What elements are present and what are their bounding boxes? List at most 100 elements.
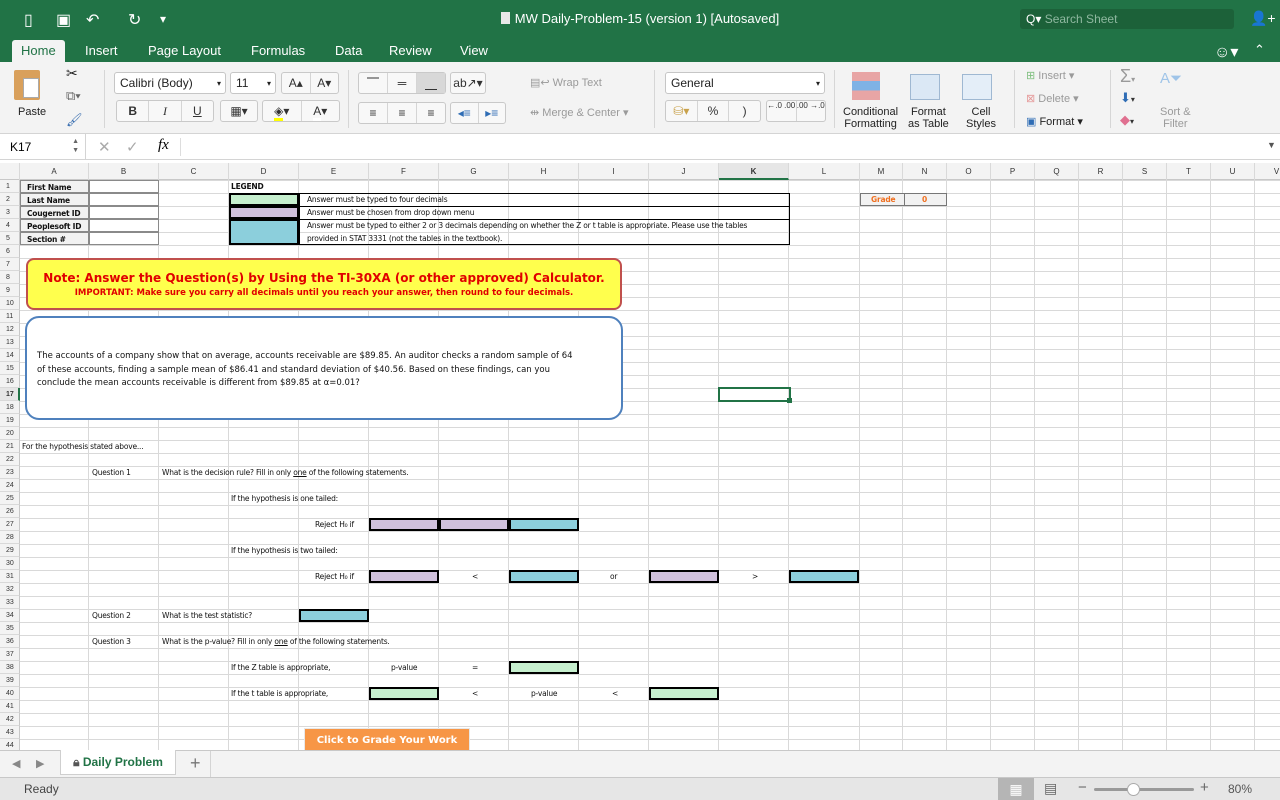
row-header-16[interactable]: 16 xyxy=(0,375,20,388)
row-header-18[interactable]: 18 xyxy=(0,401,20,414)
row-header-2[interactable]: 2 xyxy=(0,193,20,206)
decrease-decimal-button[interactable]: .00 →.0 xyxy=(797,101,826,121)
row-header-8[interactable]: 8 xyxy=(0,271,20,284)
row-header-25[interactable]: 25 xyxy=(0,492,20,505)
page-layout-view-button[interactable]: ▤ xyxy=(1044,780,1057,797)
column-header-p[interactable]: P xyxy=(991,163,1035,180)
increase-decimal-button[interactable]: ←.0 .00 xyxy=(767,101,797,121)
info-input[interactable] xyxy=(89,180,159,193)
tab-insert[interactable]: Insert xyxy=(76,40,127,62)
column-header-b[interactable]: B xyxy=(89,163,159,180)
name-box-stepper-icon[interactable]: ▲ ▼ xyxy=(72,137,79,155)
scroll-tabs-left-icon[interactable]: ◀ xyxy=(12,757,20,770)
underline-button[interactable]: U xyxy=(182,101,213,121)
info-input[interactable] xyxy=(89,193,159,206)
two-tailed-upper-critical-input[interactable] xyxy=(789,570,859,583)
row-header-37[interactable]: 37 xyxy=(0,648,20,661)
z-p-value-input[interactable] xyxy=(509,661,579,674)
fill-color-button[interactable]: ◈▾ xyxy=(263,101,302,121)
two-tailed-dropdown-2[interactable] xyxy=(649,570,719,583)
feedback-smiley-icon[interactable]: ☺▾ xyxy=(1214,42,1238,62)
cell-styles-icon[interactable] xyxy=(962,74,992,100)
delete-cells-button[interactable]: ⊠ Delete ▾ xyxy=(1026,92,1079,105)
cell-styles-button[interactable]: Cell Styles xyxy=(966,106,996,130)
row-header-19[interactable]: 19 xyxy=(0,414,20,427)
zoom-out-button[interactable]: − xyxy=(1078,779,1087,796)
number-format-dropdown[interactable]: General ▾ xyxy=(665,72,825,94)
column-header-e[interactable]: E xyxy=(299,163,369,180)
fill-icon[interactable]: ⬇▾ xyxy=(1120,90,1135,106)
format-cells-button[interactable]: ▣ Format ▾ xyxy=(1026,115,1083,128)
two-tailed-dropdown-1[interactable] xyxy=(369,570,439,583)
info-input[interactable] xyxy=(89,206,159,219)
align-middle-button[interactable]: ═ xyxy=(388,73,417,93)
zoom-slider[interactable] xyxy=(1094,783,1194,796)
row-header-34[interactable]: 34 xyxy=(0,609,20,622)
comma-style-button[interactable]: ) xyxy=(729,101,760,121)
column-header-s[interactable]: S xyxy=(1123,163,1167,180)
row-header-4[interactable]: 4 xyxy=(0,219,20,232)
tab-formulas[interactable]: Formulas xyxy=(242,40,314,62)
zoom-slider-thumb[interactable] xyxy=(1126,783,1140,796)
font-name-dropdown[interactable]: Calibri (Body) ▾ xyxy=(114,72,226,94)
column-header-a[interactable]: A xyxy=(20,163,89,180)
row-header-32[interactable]: 32 xyxy=(0,583,20,596)
row-header-33[interactable]: 33 xyxy=(0,596,20,609)
info-input[interactable] xyxy=(89,219,159,232)
test-statistic-input[interactable] xyxy=(299,609,369,622)
sort-filter-icon[interactable]: A⏷ xyxy=(1160,70,1182,87)
cut-icon[interactable]: ✂ xyxy=(66,65,78,82)
row-header-43[interactable]: 43 xyxy=(0,726,20,739)
column-header-g[interactable]: G xyxy=(439,163,509,180)
copy-icon[interactable]: ⧉▾ xyxy=(66,88,81,104)
two-tailed-lower-critical-input[interactable] xyxy=(509,570,579,583)
tab-page-layout[interactable]: Page Layout xyxy=(139,40,230,62)
row-header-1[interactable]: 1 xyxy=(0,180,20,193)
column-header-j[interactable]: J xyxy=(649,163,719,180)
select-all-corner[interactable] xyxy=(0,163,20,180)
percent-style-button[interactable]: % xyxy=(698,101,730,121)
row-header-40[interactable]: 40 xyxy=(0,687,20,700)
info-input[interactable] xyxy=(89,232,159,245)
row-header-6[interactable]: 6 xyxy=(0,245,20,258)
align-bottom-button[interactable]: ⎽ xyxy=(417,73,445,93)
cancel-icon[interactable]: ✕ xyxy=(98,138,111,156)
column-header-v[interactable]: V xyxy=(1255,163,1280,180)
tab-home[interactable]: Home xyxy=(12,40,65,62)
column-header-u[interactable]: U xyxy=(1211,163,1255,180)
align-right-button[interactable]: ≡ xyxy=(417,103,445,123)
column-header-t[interactable]: T xyxy=(1167,163,1211,180)
row-header-29[interactable]: 29 xyxy=(0,544,20,557)
wrap-text-button[interactable]: ▤↩ Wrap Text xyxy=(530,76,602,89)
expand-formula-bar-icon[interactable]: ▼ xyxy=(1267,140,1276,150)
row-header-42[interactable]: 42 xyxy=(0,713,20,726)
row-header-21[interactable]: 21 xyxy=(0,440,20,453)
accounting-format-button[interactable]: ⛁▾ xyxy=(666,101,698,121)
formula-input[interactable] xyxy=(186,137,1256,157)
row-header-44[interactable]: 44 xyxy=(0,739,20,750)
row-header-30[interactable]: 30 xyxy=(0,557,20,570)
paste-button[interactable]: Paste xyxy=(18,106,46,118)
sheet-tab-daily-problem[interactable]: 🔒︎ Daily Problem xyxy=(60,750,176,775)
autosum-icon[interactable]: Σ▾ xyxy=(1120,66,1135,87)
row-header-11[interactable]: 11 xyxy=(0,310,20,323)
column-header-o[interactable]: O xyxy=(947,163,991,180)
t-p-value-upper-input[interactable] xyxy=(649,687,719,700)
row-header-24[interactable]: 24 xyxy=(0,479,20,492)
format-as-table-button[interactable]: Format as Table xyxy=(908,106,949,130)
row-header-22[interactable]: 22 xyxy=(0,453,20,466)
row-header-31[interactable]: 31 xyxy=(0,570,20,583)
row-header-23[interactable]: 23 xyxy=(0,466,20,479)
conditional-formatting-button[interactable]: Conditional Formatting xyxy=(843,106,898,130)
column-header-d[interactable]: D xyxy=(229,163,299,180)
column-header-l[interactable]: L xyxy=(789,163,860,180)
row-header-9[interactable]: 9 xyxy=(0,284,20,297)
row-header-39[interactable]: 39 xyxy=(0,674,20,687)
one-tailed-dropdown-2[interactable] xyxy=(439,518,509,531)
tab-data[interactable]: Data xyxy=(326,40,371,62)
row-header-26[interactable]: 26 xyxy=(0,505,20,518)
format-as-table-icon[interactable] xyxy=(910,74,940,100)
borders-button[interactable]: ▦▾ xyxy=(220,100,258,122)
row-header-27[interactable]: 27 xyxy=(0,518,20,531)
align-left-button[interactable]: ≡ xyxy=(359,103,388,123)
